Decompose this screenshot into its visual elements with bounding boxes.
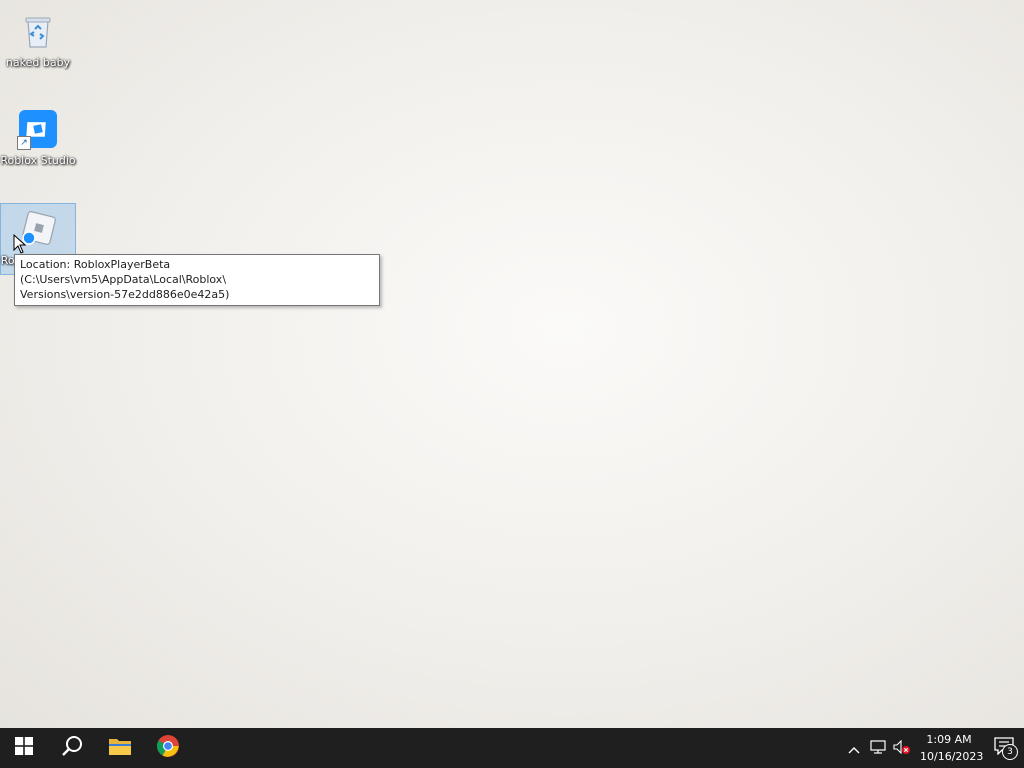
desktop-icon-label: naked baby: [5, 56, 71, 69]
recycle-bin-icon: [17, 10, 59, 52]
show-hidden-icons-button[interactable]: [842, 728, 866, 768]
search-button[interactable]: [48, 728, 96, 768]
volume-button[interactable]: [890, 728, 914, 768]
desktop[interactable]: naked baby ↗ Roblox Studio Roblox Player…: [0, 0, 1024, 728]
folder-icon: [108, 736, 132, 760]
desktop-icon-recycle-bin[interactable]: naked baby: [0, 6, 76, 78]
chevron-up-icon: [848, 739, 860, 758]
notification-count-badge: 3: [1002, 744, 1018, 760]
chrome-button[interactable]: [144, 728, 192, 768]
clock-date: 10/16/2023: [920, 750, 984, 763]
tooltip-line-2: Versions\version-57e2dd886e0e42a5): [20, 288, 230, 301]
desktop-icon-label: Roblox Studio: [0, 154, 76, 167]
action-center-button[interactable]: 3: [984, 728, 1024, 768]
volume-muted-icon: [893, 739, 911, 758]
clock-time: 1:09 AM: [926, 733, 972, 746]
network-button[interactable]: [866, 728, 890, 768]
search-icon: [61, 735, 83, 761]
taskbar: 1:09 AM 10/16/2023 3: [0, 728, 1024, 768]
start-button[interactable]: [0, 728, 48, 768]
shortcut-arrow-icon: ↗: [17, 136, 31, 150]
system-tray: 1:09 AM 10/16/2023 3: [842, 728, 1024, 768]
mouse-cursor-icon: [13, 233, 27, 258]
windows-logo-icon: [15, 737, 33, 759]
tooltip-line-1: Location: RobloxPlayerBeta (C:\Users\vm5…: [20, 258, 227, 286]
chrome-icon: [156, 734, 180, 762]
icon-location-tooltip: Location: RobloxPlayerBeta (C:\Users\vm5…: [14, 254, 380, 306]
roblox-studio-icon: ↗: [17, 108, 59, 150]
network-icon: [870, 739, 886, 758]
clock-button[interactable]: 1:09 AM 10/16/2023: [920, 731, 984, 765]
file-explorer-button[interactable]: [96, 728, 144, 768]
desktop-icon-roblox-studio[interactable]: ↗ Roblox Studio: [0, 104, 76, 176]
